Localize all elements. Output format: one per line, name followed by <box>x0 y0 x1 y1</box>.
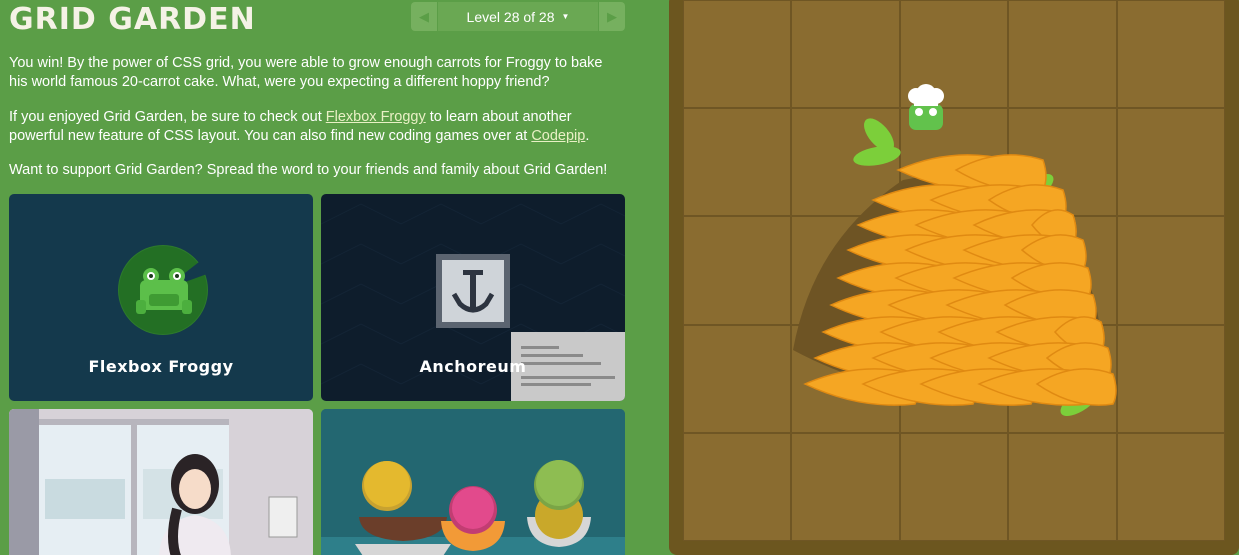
level-indicator-dropdown[interactable]: Level 28 of 28 ▼ <box>438 2 598 31</box>
card-title: Anchoreum <box>419 357 527 376</box>
triangle-left-icon: ◀ <box>419 8 429 24</box>
frog-icon <box>909 104 943 130</box>
flexbox-froggy-link[interactable]: Flexbox Froggy <box>326 109 426 125</box>
caret-down-icon: ▼ <box>561 12 570 21</box>
anchoreum-card[interactable]: Anchoreum <box>321 194 625 401</box>
codepip-link[interactable]: Codepip <box>531 128 585 144</box>
level-label: Level 28 of 28 <box>466 8 555 25</box>
carrot-pile <box>793 84 1117 417</box>
anchor-icon <box>436 254 510 328</box>
win-message: You win! By the power of CSS grid, you w… <box>9 55 603 90</box>
game-card-sushi[interactable] <box>321 409 625 555</box>
game-card-visual-novel[interactable] <box>9 409 313 555</box>
flexbox-froggy-card[interactable]: Flexbox Froggy <box>9 194 313 401</box>
food-bowls-illustration-icon <box>321 409 625 555</box>
instructions-pane: GRID GARDEN ◀ Level 28 of 28 ▼ ▶ You win… <box>0 0 640 555</box>
girl-illustration-icon <box>9 409 313 555</box>
level-navigator: ◀ Level 28 of 28 ▼ ▶ <box>411 2 625 31</box>
garden-board <box>683 0 1225 541</box>
page-title: GRID GARDEN <box>9 2 256 37</box>
support-message: Want to support Grid Garden? Spread the … <box>9 162 608 178</box>
frog-eye <box>915 108 923 116</box>
triangle-right-icon: ▶ <box>607 8 617 24</box>
next-level-button[interactable]: ▶ <box>599 2 625 31</box>
prev-level-button[interactable]: ◀ <box>411 2 437 31</box>
promo-message: If you enjoyed Grid Garden, be sure to c… <box>9 109 590 144</box>
chef-hat-icon <box>914 97 938 106</box>
frog-eye <box>929 108 937 116</box>
card-title: Flexbox Froggy <box>88 357 234 376</box>
